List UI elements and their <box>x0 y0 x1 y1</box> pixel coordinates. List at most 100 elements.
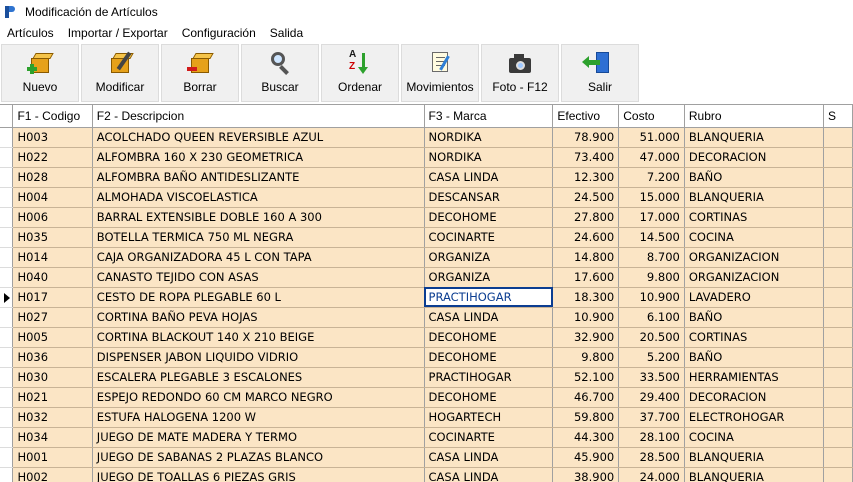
cell-marca[interactable]: ORGANIZA <box>424 267 554 288</box>
cell-descripcion[interactable]: ALFOMBRA 160 X 230 GEOMETRICA <box>92 147 425 168</box>
table-row[interactable]: H017 CESTO DE ROPA PLEGABLE 60 L PRACTIHOG… <box>0 287 853 308</box>
row-indicator[interactable] <box>0 467 14 482</box>
cell-s[interactable] <box>823 247 853 268</box>
cell-descripcion[interactable]: JUEGO DE MATE MADERA Y TERMO <box>92 427 425 448</box>
cell-marca[interactable]: CASA LINDA <box>424 447 554 468</box>
cell-costo[interactable]: 28.500 <box>618 447 685 468</box>
cell-descripcion[interactable]: DISPENSER JABON LIQUIDO VIDRIO <box>92 347 425 368</box>
cell-marca[interactable]: DECOHOME <box>424 207 554 228</box>
menu-importar-exportar[interactable]: Importar / Exportar <box>61 23 175 43</box>
cell-marca[interactable]: COCINARTE <box>424 427 554 448</box>
cell-efectivo[interactable]: 24.500 <box>552 187 620 208</box>
cell-costo[interactable]: 20.500 <box>618 327 685 348</box>
cell-costo[interactable]: 7.200 <box>618 167 685 188</box>
cell-marca[interactable]: PRACTIHOGAR <box>424 367 554 388</box>
cell-marca[interactable]: NORDIKA <box>424 127 554 148</box>
cell-s[interactable] <box>823 427 853 448</box>
cell-codigo[interactable]: H006 <box>12 207 93 228</box>
cell-costo[interactable]: 51.000 <box>618 127 685 148</box>
cell-s[interactable] <box>823 467 853 482</box>
cell-rubro[interactable]: DECORACION <box>684 387 824 408</box>
column-header-costo[interactable]: Costo <box>618 105 685 128</box>
row-indicator[interactable] <box>0 267 14 288</box>
cell-descripcion[interactable]: ESTUFA HALOGENA 1200 W <box>92 407 425 428</box>
cell-descripcion[interactable]: JUEGO DE TOALLAS 6 PIEZAS GRIS <box>92 467 425 482</box>
cell-rubro[interactable]: BLANQUERIA <box>684 127 824 148</box>
cell-rubro[interactable]: ORGANIZACION <box>684 247 824 268</box>
cell-rubro[interactable]: CORTINAS <box>684 207 824 228</box>
cell-s[interactable] <box>823 187 853 208</box>
cell-codigo[interactable]: H004 <box>12 187 93 208</box>
cell-marca[interactable]: CASA LINDA <box>424 467 554 482</box>
borrar-button[interactable]: Borrar <box>161 44 239 102</box>
cell-s[interactable] <box>823 227 853 248</box>
cell-costo[interactable]: 17.000 <box>618 207 685 228</box>
cell-efectivo[interactable]: 78.900 <box>552 127 620 148</box>
cell-codigo[interactable]: H034 <box>12 427 93 448</box>
cell-costo[interactable]: 8.700 <box>618 247 685 268</box>
cell-descripcion[interactable]: ACOLCHADO QUEEN REVERSIBLE AZUL <box>92 127 425 148</box>
cell-s[interactable] <box>823 367 853 388</box>
cell-costo[interactable]: 9.800 <box>618 267 685 288</box>
nuevo-button[interactable]: Nuevo <box>1 44 79 102</box>
cell-editor-marca[interactable]: PRACTIHOGAR <box>424 287 554 308</box>
column-header-rubro[interactable]: Rubro <box>684 105 824 128</box>
cell-codigo[interactable]: H035 <box>12 227 93 248</box>
column-header-marca[interactable]: F3 - Marca <box>424 105 554 128</box>
cell-rubro[interactable]: DECORACION <box>684 147 824 168</box>
cell-efectivo[interactable]: 24.600 <box>552 227 620 248</box>
table-row[interactable]: H006 BARRAL EXTENSIBLE DOBLE 160 A 300 DEC… <box>0 207 853 228</box>
cell-efectivo[interactable]: 14.800 <box>552 247 620 268</box>
cell-rubro[interactable]: BAÑO <box>684 307 824 328</box>
cell-costo[interactable]: 37.700 <box>618 407 685 428</box>
cell-descripcion[interactable]: ESCALERA PLEGABLE 3 ESCALONES <box>92 367 425 388</box>
table-row[interactable]: H014 CAJA ORGANIZADORA 45 L CON TAPA ORGAN… <box>0 247 853 268</box>
cell-efectivo[interactable]: 17.600 <box>552 267 620 288</box>
cell-efectivo[interactable]: 46.700 <box>552 387 620 408</box>
cell-marca[interactable]: DESCANSAR <box>424 187 554 208</box>
cell-descripcion[interactable]: CESTO DE ROPA PLEGABLE 60 L <box>92 287 425 308</box>
cell-s[interactable] <box>823 387 853 408</box>
cell-rubro[interactable]: COCINA <box>684 427 824 448</box>
row-indicator[interactable] <box>0 387 14 408</box>
menu-salida[interactable]: Salida <box>263 23 310 43</box>
cell-rubro[interactable]: BAÑO <box>684 347 824 368</box>
table-row[interactable]: H040 CANASTO TEJIDO CON ASAS ORGANIZA 17.60… <box>0 267 853 288</box>
cell-descripcion[interactable]: ESPEJO REDONDO 60 CM MARCO NEGRO <box>92 387 425 408</box>
cell-efectivo[interactable]: 38.900 <box>552 467 620 482</box>
cell-rubro[interactable]: LAVADERO <box>684 287 824 308</box>
cell-efectivo[interactable]: 59.800 <box>552 407 620 428</box>
cell-s[interactable] <box>823 447 853 468</box>
table-row[interactable]: H035 BOTELLA TERMICA 750 ML NEGRA COCINART… <box>0 227 853 248</box>
cell-costo[interactable]: 10.900 <box>618 287 685 308</box>
row-indicator[interactable] <box>0 247 14 268</box>
cell-codigo[interactable]: H022 <box>12 147 93 168</box>
salir-button[interactable]: Salir <box>561 44 639 102</box>
cell-descripcion[interactable]: ALMOHADA VISCOELASTICA <box>92 187 425 208</box>
cell-marca[interactable]: DECOHOME <box>424 347 554 368</box>
row-indicator[interactable] <box>0 307 14 328</box>
table-row[interactable]: H002 JUEGO DE TOALLAS 6 PIEZAS GRIS CASA L… <box>0 467 853 482</box>
cell-descripcion[interactable]: CAJA ORGANIZADORA 45 L CON TAPA <box>92 247 425 268</box>
cell-marca[interactable]: CASA LINDA <box>424 307 554 328</box>
table-row[interactable]: H021 ESPEJO REDONDO 60 CM MARCO NEGRO DECO… <box>0 387 853 408</box>
cell-rubro[interactable]: BLANQUERIA <box>684 447 824 468</box>
column-header-s[interactable]: S <box>823 105 853 128</box>
cell-codigo[interactable]: H028 <box>12 167 93 188</box>
row-indicator[interactable] <box>0 167 14 188</box>
cell-descripcion[interactable]: BOTELLA TERMICA 750 ML NEGRA <box>92 227 425 248</box>
table-row[interactable]: H003 ACOLCHADO QUEEN REVERSIBLE AZUL NORDI… <box>0 127 853 148</box>
cell-s[interactable] <box>823 307 853 328</box>
cell-efectivo[interactable]: 18.300 <box>552 287 620 308</box>
column-header-codigo[interactable]: F1 - Codigo <box>12 105 93 128</box>
cell-marca[interactable]: DECOHOME <box>424 387 554 408</box>
cell-marca[interactable]: CASA LINDA <box>424 167 554 188</box>
cell-efectivo[interactable]: 44.300 <box>552 427 620 448</box>
menu-configuracion[interactable]: Configuración <box>175 23 263 43</box>
table-row[interactable]: H034 JUEGO DE MATE MADERA Y TERMO COCINART… <box>0 427 853 448</box>
row-indicator[interactable] <box>0 347 14 368</box>
row-indicator[interactable] <box>0 207 14 228</box>
cell-s[interactable] <box>823 267 853 288</box>
cell-efectivo[interactable]: 32.900 <box>552 327 620 348</box>
cell-costo[interactable]: 15.000 <box>618 187 685 208</box>
